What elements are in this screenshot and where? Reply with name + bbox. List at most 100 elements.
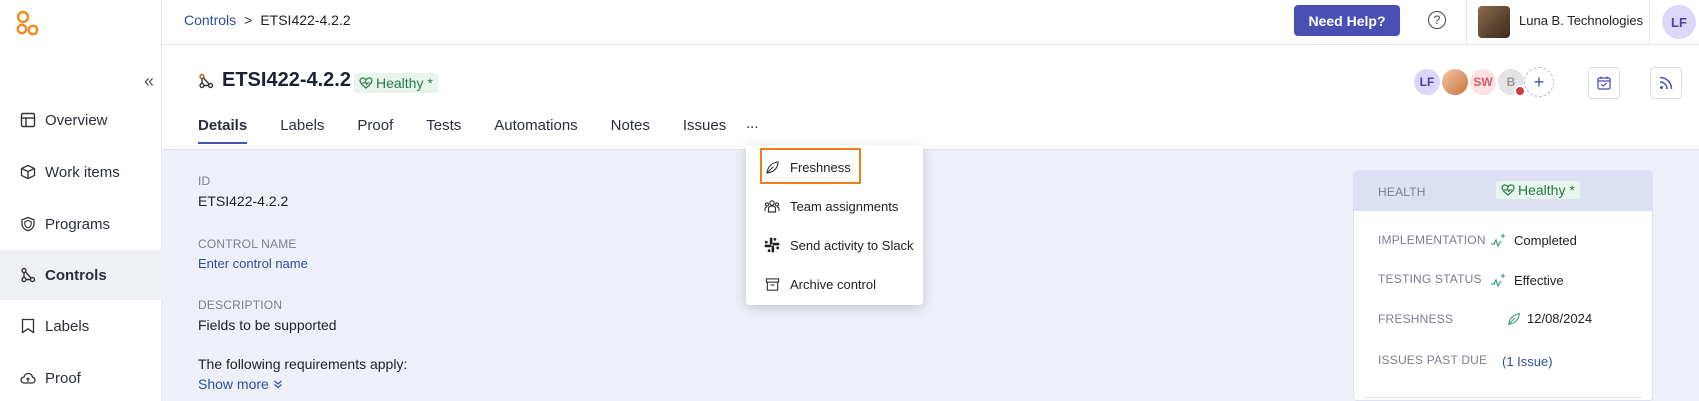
team-icon [764,198,780,214]
add-member-button[interactable]: + [1524,67,1554,97]
team-avatar[interactable]: B [1496,67,1526,97]
sidebar-item-controls[interactable]: Controls [0,250,162,300]
show-more-label: Show more [198,376,269,392]
collapse-sidebar-icon[interactable]: « [144,71,154,92]
logo-icon[interactable] [14,9,42,37]
sidebar-item-label: Labels [45,317,90,335]
controls-icon [199,73,214,89]
sidebar-item-label: Work items [45,163,120,181]
id-value: ETSI422-4.2.2 [198,193,289,209]
health-badge: Healthy * [1496,181,1580,199]
calendar-button[interactable] [1588,67,1620,99]
issues-past-due-label: ISSUES PAST DUE [1378,353,1488,367]
freshness-label: FRESHNESS [1378,312,1454,326]
sidebar-item-proof[interactable]: Proof [0,353,162,401]
menu-item-label: Archive control [790,276,876,292]
control-header: ETSI422-4.2.2 Healthy * Details Labels P… [162,45,1699,149]
calendar-icon [1597,76,1611,90]
sidebar-item-label: Programs [45,215,111,233]
sidebar-item-overview[interactable]: Overview [0,95,162,145]
menu-item-freshness[interactable]: Freshness [746,149,923,185]
menu-item-send-to-slack[interactable]: Send activity to Slack [746,227,923,263]
page-title: ETSI422-4.2.2 [222,69,351,91]
freshness-date: 12/08/2024 [1527,311,1593,326]
heart-pulse-icon [359,77,373,89]
sidebar-item-labels[interactable]: Labels [0,301,162,351]
description-text: Fields to be supported [198,317,337,333]
issues-past-due-value: (1 Issue) [1502,354,1553,369]
testing-status-text: Effective [1514,272,1564,288]
team-avatar-photo[interactable] [1440,67,1470,97]
control-name-input[interactable]: Enter control name [198,256,308,271]
description-label: DESCRIPTION [198,298,283,312]
more-menu: Freshness Team assignments Send activity… [746,145,923,305]
issues-link[interactable]: (1 Issue) [1502,354,1553,369]
tab-details[interactable]: Details [198,117,248,144]
health-text: Healthy * [376,75,433,91]
testing-status-value: Effective [1490,271,1564,289]
divider [1649,0,1650,44]
sidebar-item-work-items[interactable]: Work items [0,147,162,197]
health-text: Healthy * [1518,182,1575,198]
menu-item-label: Send activity to Slack [790,237,914,253]
sidebar-item-label: Overview [45,111,108,129]
health-label: HEALTH [1378,185,1426,199]
status-panel: HEALTH Healthy * IMPLEMENTATION Complete… [1353,170,1653,401]
tab-bar: Details Labels Proof Tests Automations N… [198,117,759,144]
sparkle-pulse-icon [1491,273,1506,288]
controls-icon [19,266,37,284]
tab-issues[interactable]: Issues [683,117,726,144]
org-name[interactable]: Luna B. Technologies [1519,13,1643,28]
leaf-icon [764,159,780,175]
tab-more[interactable]: ... [746,115,759,132]
breadcrumb-current: ETSI422-4.2.2 [260,12,351,28]
org-avatar[interactable] [1478,6,1510,38]
tab-notes[interactable]: Notes [611,117,650,144]
need-help-button[interactable]: Need Help? [1294,5,1400,36]
rss-icon [1659,76,1673,90]
tab-tests[interactable]: Tests [426,117,461,144]
chevron-double-down-icon [273,380,282,389]
user-avatar[interactable]: LF [1662,5,1696,39]
menu-item-archive-control[interactable]: Archive control [746,266,923,302]
shield-icon [19,215,37,233]
sidebar-item-label: Proof [45,369,81,387]
sidebar-item-programs[interactable]: Programs [0,199,162,249]
tab-labels[interactable]: Labels [280,117,324,144]
help-question-icon[interactable]: ? [1428,11,1446,29]
slack-icon [764,237,780,253]
health-value: Healthy * [1496,181,1580,199]
leaf-icon [1508,312,1520,325]
implementation-value: Completed [1490,231,1577,249]
breadcrumb-separator: > [244,12,253,28]
label-icon [19,317,37,335]
breadcrumb-controls-link[interactable]: Controls [184,12,236,28]
box-icon [19,163,37,181]
rss-button[interactable] [1650,67,1682,99]
menu-item-label: Team assignments [790,198,899,214]
menu-item-team-assignments[interactable]: Team assignments [746,188,923,224]
top-bar: Controls > ETSI422-4.2.2 Need Help? ? Luna… [162,0,1699,45]
sidebar: « Overview Work items Programs Controls … [0,0,162,401]
archive-icon [764,276,780,292]
implementation-label: IMPLEMENTATION [1378,233,1486,247]
tab-proof[interactable]: Proof [357,117,393,144]
tab-automations[interactable]: Automations [494,117,577,144]
divider [1364,397,1642,398]
divider [1466,0,1467,44]
description-text: The following requirements apply: [198,356,408,372]
team-avatars: LF SW B + [1412,67,1554,97]
menu-item-label: Freshness [790,159,851,175]
team-avatar[interactable]: LF [1412,67,1442,97]
health-badge: Healthy * [354,73,438,93]
freshness-value: 12/08/2024 [1507,311,1592,326]
show-more-link[interactable]: Show more [198,376,283,392]
overview-icon [19,111,37,129]
sidebar-item-label: Controls [45,266,107,284]
id-label: ID [198,174,211,188]
cloud-icon [19,369,37,387]
sparkle-pulse-icon [1491,233,1506,248]
team-avatar[interactable]: SW [1468,67,1498,97]
implementation-text: Completed [1514,232,1577,248]
breadcrumb: Controls > ETSI422-4.2.2 [184,12,351,28]
